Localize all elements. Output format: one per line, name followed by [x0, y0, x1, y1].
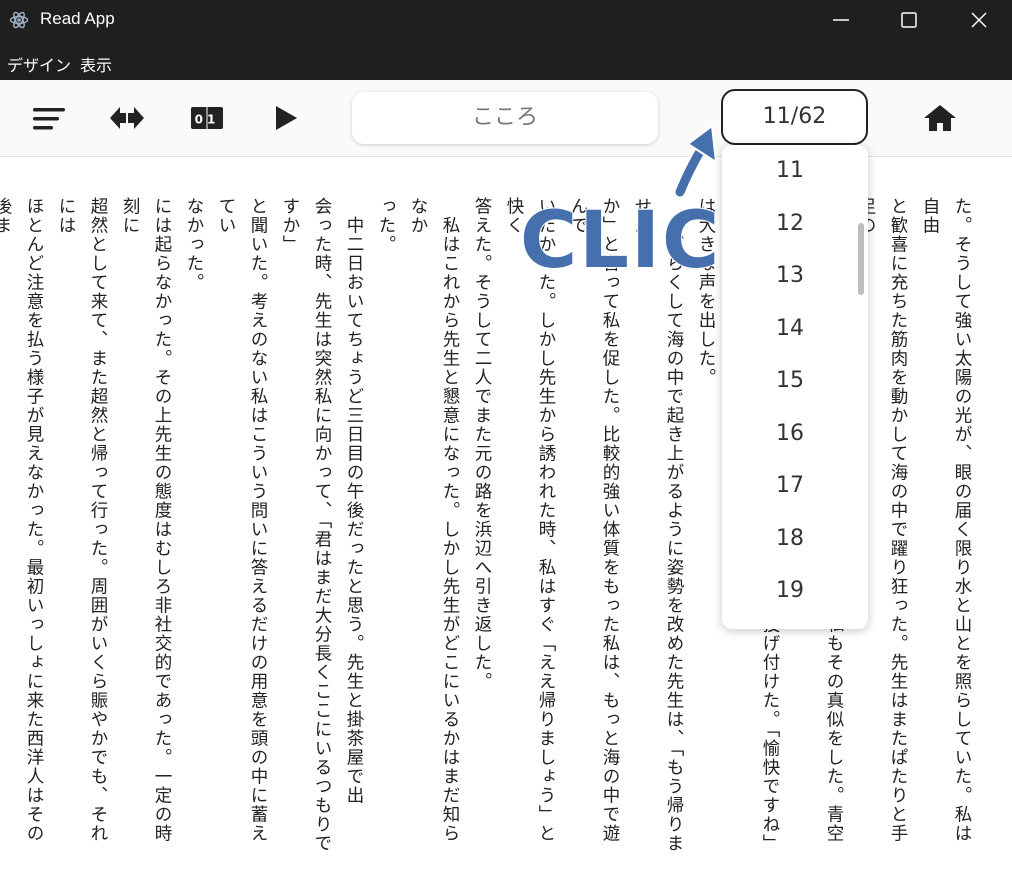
- book-title-box[interactable]: こころ: [352, 92, 658, 144]
- maximize-icon: [901, 12, 917, 28]
- swap-direction-button[interactable]: [107, 98, 147, 138]
- menu-icon: [33, 108, 65, 130]
- text-column: いたかった。しかし先生から誘われた時、私はすぐ「ええ帰りましょう」と快く: [504, 197, 556, 843]
- page-option-17[interactable]: 17: [722, 460, 858, 512]
- page-option-13[interactable]: 13: [722, 250, 858, 302]
- swap-direction-icon: [110, 107, 144, 129]
- close-button[interactable]: [950, 0, 1008, 40]
- page-option-11[interactable]: 11: [722, 145, 858, 197]
- page-option-14[interactable]: 14: [722, 303, 858, 355]
- text-column: なかった。: [184, 197, 204, 292]
- page-option-16[interactable]: 16: [722, 408, 858, 460]
- text-column: た。そうして強い太陽の光が、眼の届く限り水と山とを照らしていた。私は自由: [920, 197, 972, 843]
- close-icon: [971, 12, 987, 28]
- page-selector[interactable]: 11/62: [721, 89, 868, 145]
- play-icon: [276, 106, 297, 130]
- title-bar: Read App: [0, 0, 1012, 40]
- page-option-15[interactable]: 15: [722, 355, 858, 407]
- dropdown-scrollbar[interactable]: [858, 223, 864, 295]
- text-column: ほとんど注意を払う様子が見えなかった。最初いっしょに来た西洋人はその後ま: [0, 197, 44, 843]
- menu-button[interactable]: [30, 98, 70, 138]
- text-column: か」と言って私を促した。比較的強い体質をもった私は、もっと海の中で遊んで: [568, 197, 620, 843]
- text-column: は大きな声を出した。: [696, 197, 716, 387]
- menu-bar: デザイン 表示: [0, 40, 1012, 80]
- page-option-19[interactable]: 19: [722, 565, 858, 617]
- maximize-button[interactable]: [880, 0, 938, 40]
- page-option-18[interactable]: 18: [722, 513, 858, 565]
- home-icon: [924, 105, 956, 131]
- minimize-icon: [833, 19, 849, 21]
- page-option-12[interactable]: 12: [722, 198, 858, 250]
- page-number-button[interactable]: 01: [187, 98, 227, 138]
- menu-design[interactable]: デザイン: [7, 52, 71, 76]
- menu-view[interactable]: 表示: [80, 52, 112, 76]
- minimize-button[interactable]: [812, 0, 870, 40]
- page-indicator: 11/62: [762, 104, 827, 129]
- page-number-icon: 01: [191, 107, 223, 129]
- text-column: 私はこれから先生と懇意になった。しかし先生がどこにいるかはまだ知らなか: [408, 197, 460, 843]
- text-column: しばらくして海の中で起き上がるように姿勢を改めた先生は、「もう帰りません: [632, 197, 684, 854]
- text-column: った。: [376, 197, 396, 254]
- page-dropdown: 11 12 13 14 15 16 17 18 19: [722, 145, 868, 629]
- text-column: には起らなかった。その上先生の態度はむしろ非社交的であった。一定の時刻に: [120, 197, 172, 843]
- window-title: Read App: [40, 9, 115, 28]
- atom-app-icon: [9, 10, 29, 30]
- text-column: 中二日おいてちょうど三日目の午後だったと思う。先生と掛茶屋で出: [344, 197, 364, 805]
- page-number-icon-text: 01: [195, 113, 220, 127]
- book-title: こころ: [471, 105, 538, 130]
- text-column: 会った時、先生は突然私に向かって、「君はまだ大分長くここにいるつもりですか」: [280, 197, 332, 854]
- text-column: 答えた。そうして二人でまた元の路を浜辺へ引き返した。: [472, 197, 492, 691]
- home-button[interactable]: [920, 98, 960, 138]
- text-column: 超然として来て、また超然と帰って行った。周囲がいくら賑やかでも、それには: [56, 197, 108, 843]
- text-column: と聞いた。考えのない私はこういう問いに答えるだけの用意を頭の中に蓄えてい: [216, 197, 268, 843]
- play-button[interactable]: [266, 98, 306, 138]
